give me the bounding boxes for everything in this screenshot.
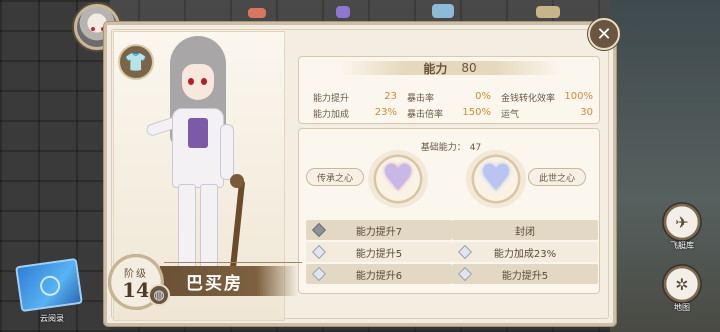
stat-label: 运气 [501, 109, 520, 120]
bonus-text: 能力提升7 [355, 226, 403, 238]
bonus-text: 封闭 [515, 226, 535, 238]
map-button[interactable]: ✲ [662, 264, 702, 304]
map-label: 地图 [674, 303, 690, 312]
power-row: 能力 80 [299, 57, 601, 79]
heart-right-label: 此世之心 [528, 168, 587, 186]
character-eye [201, 78, 207, 85]
heart-icon: ♥ [381, 158, 415, 199]
character-leg [200, 184, 218, 272]
name-plate-line [164, 262, 302, 263]
decoration-top [248, 8, 266, 18]
power-label: 能力 [423, 61, 448, 76]
stat-value: 23 [384, 90, 397, 102]
stat-item: 能力提升 23 [313, 91, 407, 104]
character-name: 巴买房 [186, 273, 243, 294]
character-cane-top [230, 174, 244, 188]
bonus-row[interactable]: 封闭 [452, 220, 598, 240]
bonus-row[interactable]: 能力提升5 [452, 264, 598, 284]
book-icon[interactable] [15, 257, 83, 313]
heart-left[interactable]: ♥ [368, 150, 428, 208]
heart-icon: ♥ [479, 158, 513, 199]
stat-label: 暴击倍率 [407, 109, 444, 120]
close-icon: ✕ [596, 23, 612, 45]
character-leg [178, 184, 196, 272]
airship-label: 飞艇库 [670, 241, 694, 250]
base-power: 基础能力： 47 [298, 140, 600, 153]
stat-row: 能力加成 23% 暴击倍率 150% 运气 30 [313, 105, 593, 121]
stat-value: 23% [374, 106, 397, 118]
book-ring [38, 274, 62, 298]
ring-icon[interactable]: ◍ [148, 284, 170, 306]
stat-label: 金钱转化效率 [501, 93, 556, 104]
stat-grid: 能力提升 23 暴击率 0% 金钱转化效率 100% 能力加成 23% 暴击倍率… [313, 89, 593, 121]
airship-icon: ✈ [675, 212, 689, 232]
character-arm [220, 124, 234, 180]
stats-box: 能力 80 能力提升 23 暴击率 0% 金钱转化效率 100% 能力加成 23… [298, 56, 600, 124]
bonus-text: 能力加成23% [493, 248, 557, 260]
stat-value: 30 [580, 106, 593, 118]
stat-item: 金钱转化效率 100% [501, 91, 593, 104]
stat-item: 能力加成 23% [313, 107, 407, 120]
bonus-row[interactable]: 能力加成23% [452, 242, 598, 262]
avatar-eye [91, 27, 95, 31]
character-figure [142, 34, 272, 284]
bonus-row[interactable]: 能力提升5 [306, 242, 452, 262]
stat-row: 能力提升 23 暴击率 0% 金钱转化效率 100% [313, 89, 593, 105]
name-plate: 巴买房 [160, 266, 298, 296]
character-vest [188, 118, 208, 148]
level-number: 14 [122, 277, 150, 302]
bonus-text: 能力提升5 [355, 248, 403, 260]
bonus-row[interactable]: 能力提升7 [306, 220, 452, 240]
stat-item: 暴击倍率 150% [407, 107, 501, 120]
close-button[interactable]: ✕ [588, 18, 620, 50]
character-eye [188, 78, 194, 85]
heart-right[interactable]: ♥ [466, 150, 526, 208]
stat-item: 暴击率 0% [407, 91, 501, 104]
power-value: 80 [461, 61, 477, 75]
bonus-row[interactable]: 能力提升6 [306, 264, 452, 284]
heart-left-label: 传承之心 [306, 168, 365, 186]
decoration-top [336, 6, 350, 18]
stat-label: 能力提升 [313, 93, 350, 104]
stat-value: 100% [564, 90, 593, 102]
map-icon: ✲ [675, 274, 689, 294]
airship-button[interactable]: ✈ [662, 202, 702, 242]
stat-item: 运气 30 [501, 107, 593, 120]
stat-value: 150% [462, 106, 491, 118]
decoration-top [432, 4, 454, 18]
decoration-top [536, 6, 560, 18]
character-face [182, 64, 214, 100]
bonus-text: 能力提升6 [355, 270, 403, 282]
bonus-text: 能力提升5 [501, 270, 549, 282]
stat-label: 能力加成 [313, 109, 350, 120]
stat-label: 暴击率 [407, 93, 435, 104]
book-label: 云阅录 [40, 314, 64, 323]
stat-value: 0% [475, 90, 491, 102]
